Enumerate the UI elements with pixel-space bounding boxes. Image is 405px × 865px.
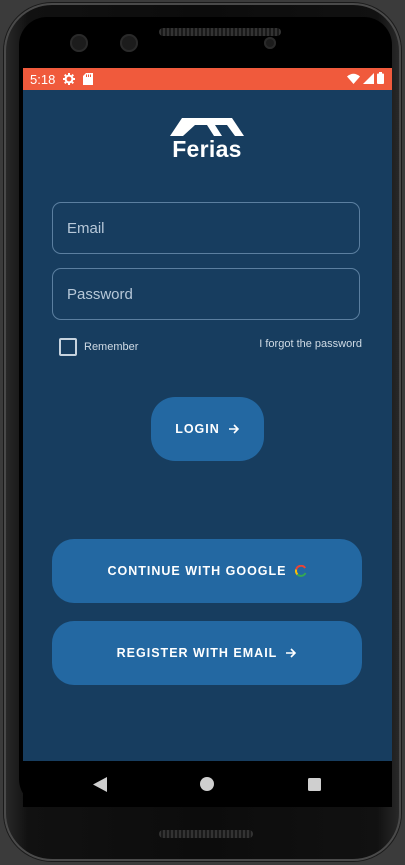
back-icon[interactable] <box>91 761 109 807</box>
remember-checkbox[interactable] <box>59 338 77 356</box>
status-right-icons <box>347 68 384 90</box>
password-field[interactable] <box>52 268 360 320</box>
login-button[interactable]: LOGIN <box>151 397 264 461</box>
front-camera <box>70 34 88 52</box>
register-label: REGISTER WITH EMAIL <box>116 646 278 660</box>
front-sensor <box>120 34 138 52</box>
status-bar: 5:18 <box>23 68 392 90</box>
google-icon <box>294 565 307 577</box>
register-with-email-button[interactable]: REGISTER WITH EMAIL <box>52 621 362 685</box>
recents-icon[interactable] <box>306 761 322 807</box>
home-icon[interactable] <box>199 761 215 807</box>
ferias-logo-mark-icon <box>170 118 244 136</box>
login-label: LOGIN <box>175 422 220 436</box>
gear-icon <box>63 73 76 85</box>
arrow-right-icon <box>228 423 240 435</box>
app-screen: 5:18 Ferias Remember I forgot t <box>23 68 392 761</box>
remember-checkbox-row[interactable]: Remember <box>59 338 138 356</box>
arrow-right-icon <box>285 647 297 659</box>
system-nav-bar <box>23 761 392 807</box>
wifi-icon <box>347 72 360 87</box>
remember-label: Remember <box>84 341 139 353</box>
sd-card-icon <box>83 73 94 85</box>
earpiece-speaker <box>159 28 281 36</box>
email-field[interactable] <box>52 202 360 254</box>
brand-logo: Ferias <box>169 116 245 163</box>
bottom-speaker <box>159 830 253 838</box>
continue-with-google-button[interactable]: CONTINUE WITH GOOGLE <box>52 539 362 603</box>
forgot-password-link[interactable]: I forgot the password <box>259 338 362 350</box>
proximity-sensor <box>264 37 276 49</box>
google-label: CONTINUE WITH GOOGLE <box>107 564 287 578</box>
battery-icon <box>377 71 384 87</box>
brand-name: Ferias <box>172 136 242 162</box>
signal-icon <box>363 72 374 87</box>
status-time: 5:18 <box>30 71 56 87</box>
